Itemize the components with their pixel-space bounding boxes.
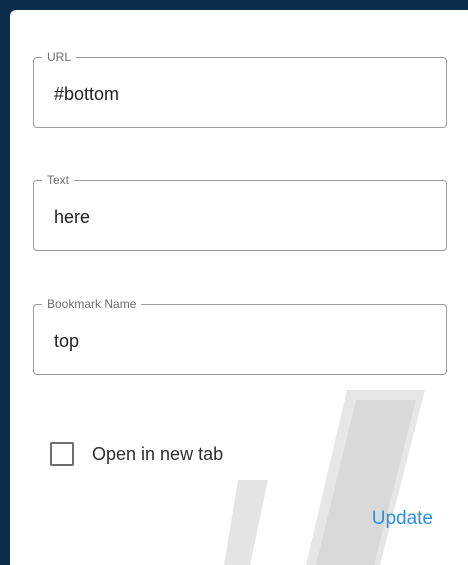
open-in-new-tab-checkbox[interactable]: [50, 442, 74, 466]
url-field-label: URL: [42, 50, 77, 64]
text-field-label: Text: [42, 173, 75, 187]
link-dialog-panel: URL #bottom Text here Bookmark Name top …: [10, 10, 468, 565]
text-field-value[interactable]: here: [54, 206, 90, 228]
text-field[interactable]: Text here: [33, 173, 447, 251]
bookmark-name-field-label: Bookmark Name: [42, 297, 142, 311]
bookmark-name-field-value[interactable]: top: [54, 330, 79, 352]
dialog-frame: URL #bottom Text here Bookmark Name top …: [0, 0, 468, 565]
bookmark-name-field[interactable]: Bookmark Name top: [33, 297, 447, 375]
url-field-value[interactable]: #bottom: [54, 83, 119, 105]
open-in-new-tab-row[interactable]: Open in new tab: [50, 440, 223, 468]
update-button[interactable]: Update: [372, 507, 433, 531]
url-field[interactable]: URL #bottom: [33, 50, 447, 128]
open-in-new-tab-label[interactable]: Open in new tab: [92, 443, 223, 465]
